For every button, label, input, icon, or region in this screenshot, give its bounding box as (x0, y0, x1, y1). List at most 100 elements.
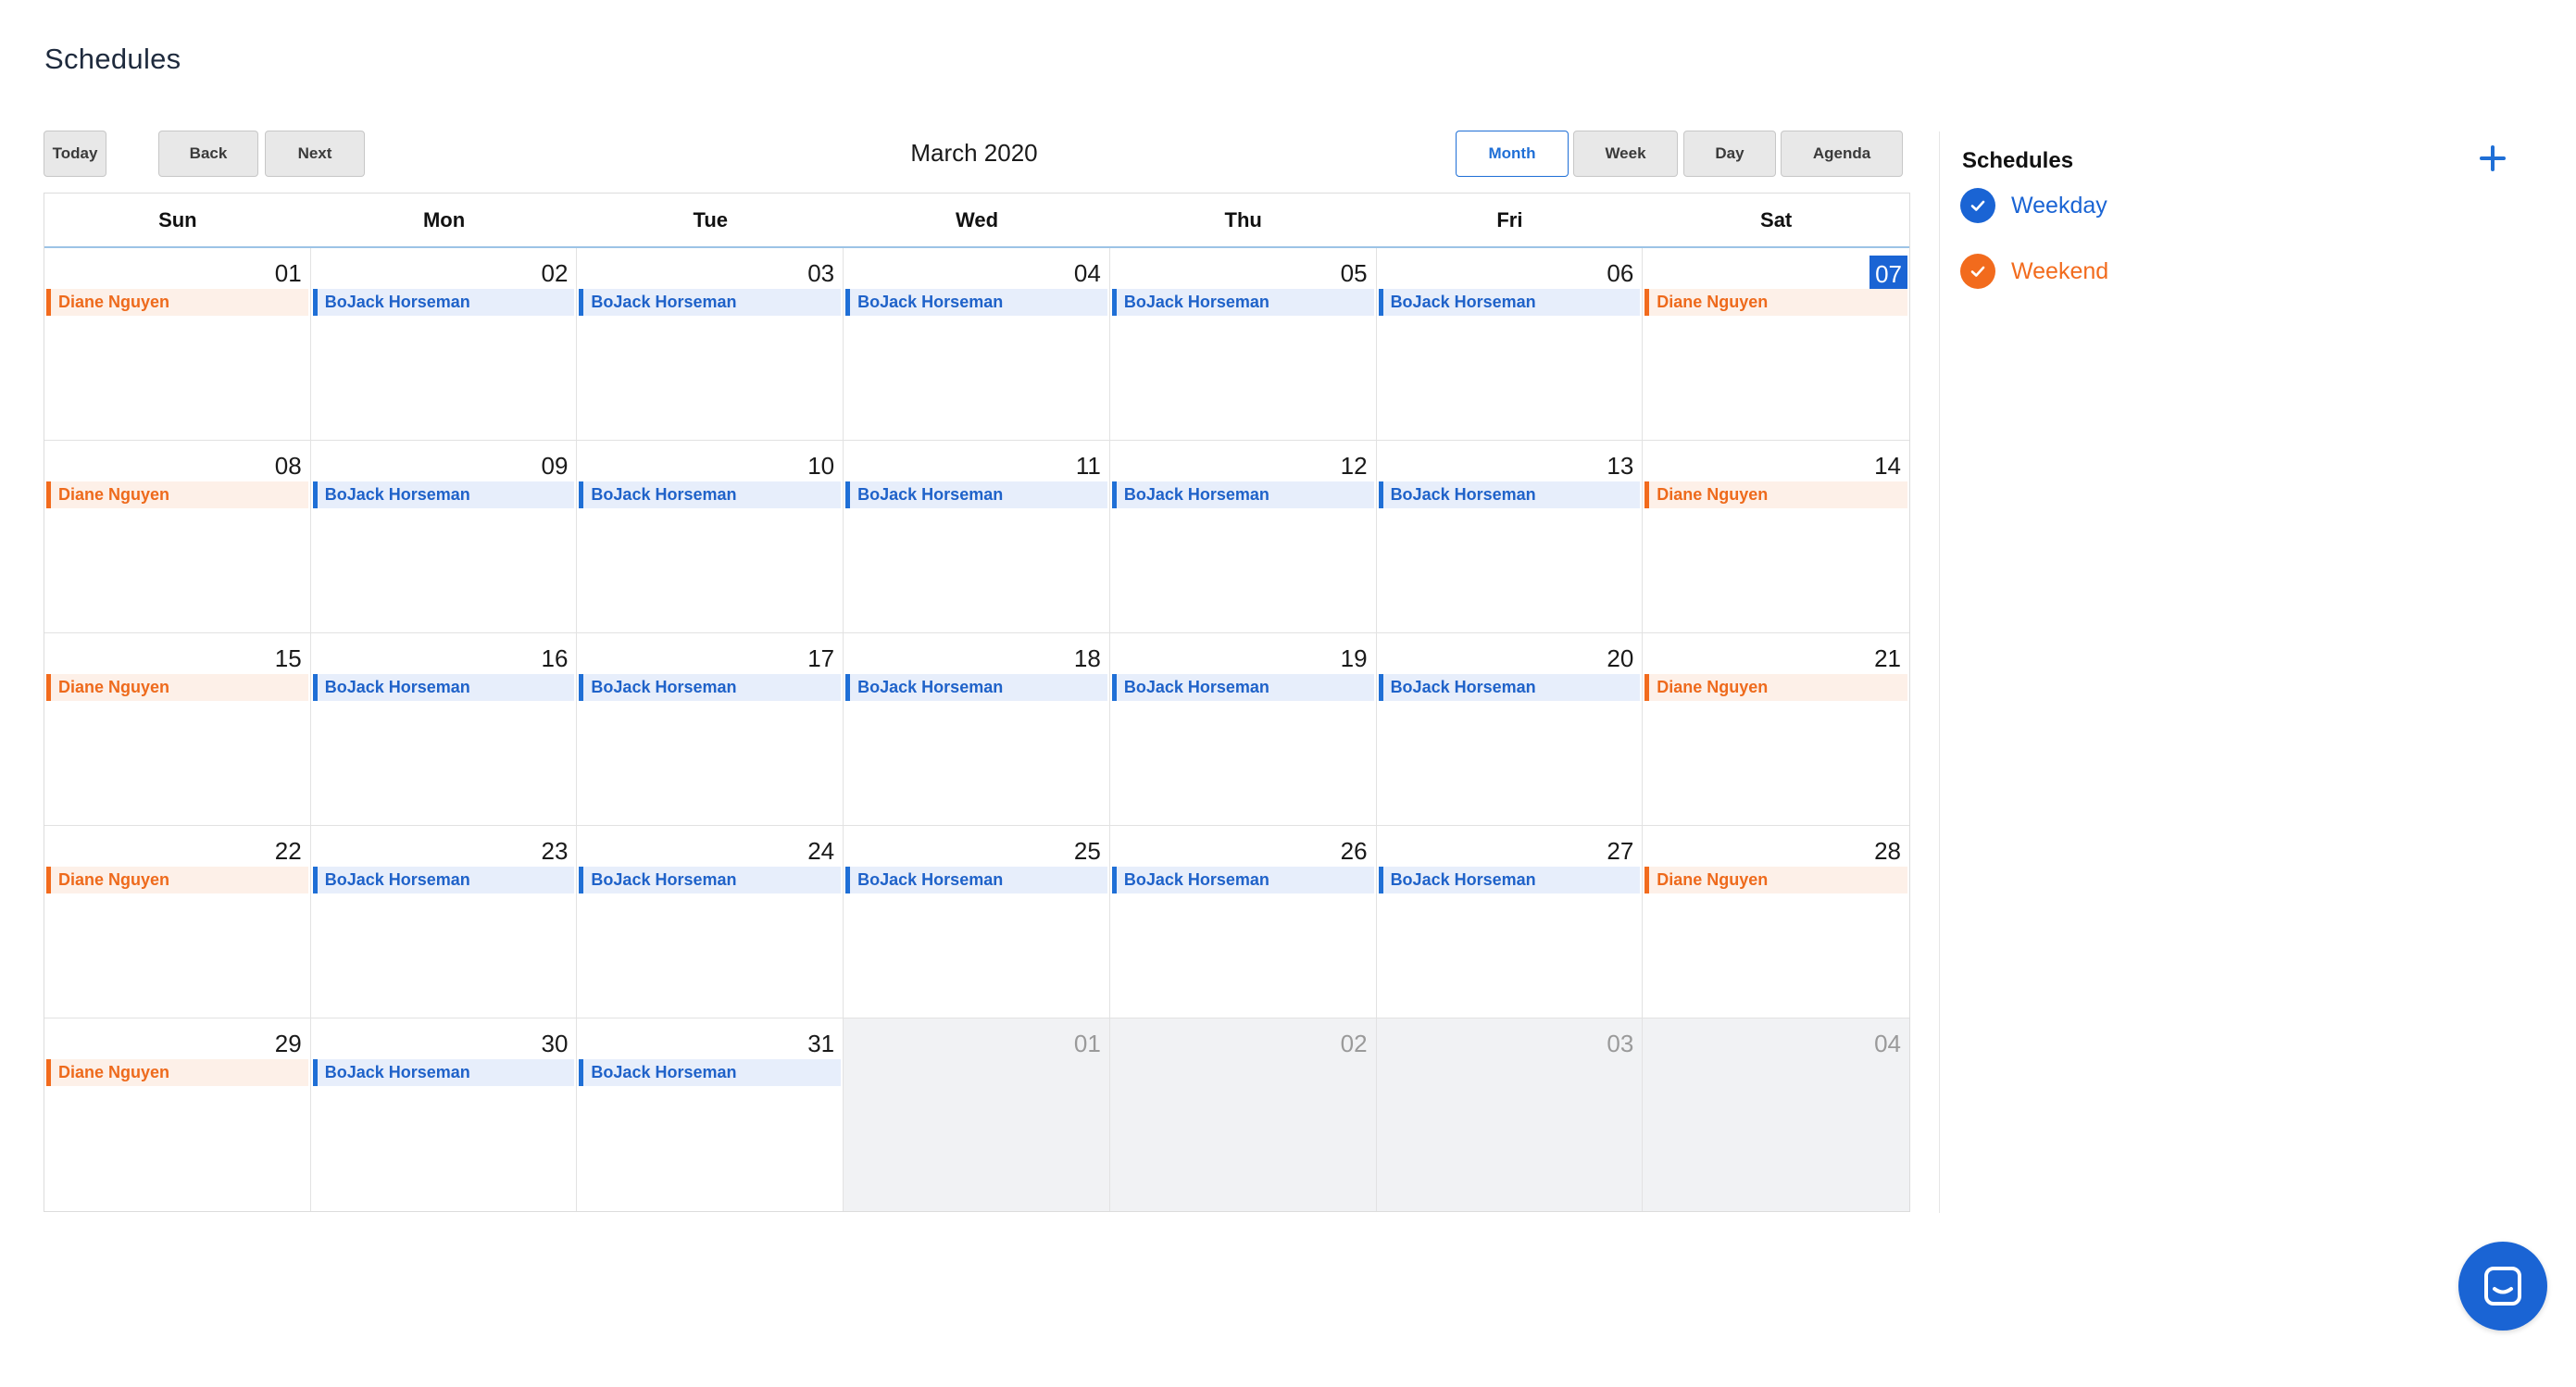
day-cell-outside-month[interactable]: 01 (844, 1018, 1110, 1211)
weekday-event[interactable]: BoJack Horseman (1378, 481, 1641, 508)
weekend-event[interactable]: Diane Nguyen (1644, 289, 1907, 316)
weekday-event[interactable]: BoJack Horseman (1378, 289, 1641, 316)
date-number[interactable]: 15 (273, 644, 304, 672)
day-cell-outside-month[interactable]: 04 (1643, 1018, 1909, 1211)
day-cell-outside-month[interactable]: 02 (1109, 1018, 1377, 1211)
date-number[interactable]: 04 (1072, 259, 1103, 287)
day-cell[interactable]: 31 BoJack Horseman (577, 1018, 844, 1211)
day-cell[interactable]: 17 BoJack Horseman (577, 633, 844, 826)
weekend-event[interactable]: Diane Nguyen (46, 867, 308, 893)
date-number[interactable]: 12 (1339, 452, 1369, 480)
weekday-event[interactable]: BoJack Horseman (579, 1059, 842, 1086)
day-cell[interactable]: 27 BoJack Horseman (1376, 826, 1644, 1018)
date-number[interactable]: 19 (1339, 644, 1369, 672)
date-number[interactable]: 05 (1339, 259, 1369, 287)
chat-launcher-button[interactable] (2458, 1242, 2547, 1331)
day-cell[interactable]: 07 Diane Nguyen (1643, 248, 1909, 441)
date-number[interactable]: 23 (540, 837, 570, 865)
weekday-event[interactable]: BoJack Horseman (1378, 674, 1641, 701)
day-cell[interactable]: 03 BoJack Horseman (577, 248, 844, 441)
date-number[interactable]: 02 (1339, 1030, 1369, 1057)
weekday-event[interactable]: BoJack Horseman (1111, 867, 1374, 893)
week-view-button[interactable]: Week (1573, 131, 1678, 177)
date-number[interactable]: 13 (1605, 452, 1635, 480)
day-view-button[interactable]: Day (1683, 131, 1776, 177)
plus-icon[interactable] (2477, 143, 2508, 174)
date-number[interactable]: 01 (273, 259, 304, 287)
month-view-button[interactable]: Month (1456, 131, 1569, 177)
weekend-event[interactable]: Diane Nguyen (46, 289, 308, 316)
agenda-view-button[interactable]: Agenda (1781, 131, 1903, 177)
day-cell[interactable]: 02 BoJack Horseman (310, 248, 578, 441)
day-cell[interactable]: 20 BoJack Horseman (1376, 633, 1644, 826)
day-cell[interactable]: 25 BoJack Horseman (844, 826, 1110, 1018)
weekday-event[interactable]: BoJack Horseman (845, 867, 1107, 893)
day-cell[interactable]: 09 BoJack Horseman (310, 441, 578, 633)
check-icon[interactable] (1960, 254, 1995, 289)
date-number[interactable]: 30 (540, 1030, 570, 1057)
schedule-toggle-weekend[interactable]: Weekend (1960, 253, 2108, 290)
date-number[interactable]: 31 (806, 1030, 836, 1057)
weekday-event[interactable]: BoJack Horseman (579, 289, 842, 316)
date-number[interactable]: 11 (1074, 452, 1103, 480)
day-cell[interactable]: 04 BoJack Horseman (844, 248, 1110, 441)
schedule-toggle-weekday[interactable]: Weekday (1960, 187, 2107, 224)
date-number[interactable]: 03 (806, 259, 836, 287)
date-number[interactable]: 01 (1072, 1030, 1103, 1057)
date-number[interactable]: 27 (1605, 837, 1635, 865)
day-cell[interactable]: 05 BoJack Horseman (1109, 248, 1377, 441)
date-number[interactable]: 06 (1605, 259, 1635, 287)
weekday-event[interactable]: BoJack Horseman (1111, 674, 1374, 701)
weekday-event[interactable]: BoJack Horseman (579, 674, 842, 701)
date-number[interactable]: 02 (540, 259, 570, 287)
weekend-event[interactable]: Diane Nguyen (46, 674, 308, 701)
day-cell[interactable]: 08 Diane Nguyen (44, 441, 311, 633)
day-cell[interactable]: 16 BoJack Horseman (310, 633, 578, 826)
next-button[interactable]: Next (265, 131, 365, 177)
weekend-event[interactable]: Diane Nguyen (46, 1059, 308, 1086)
date-number[interactable]: 22 (273, 837, 304, 865)
date-number[interactable]: 08 (273, 452, 304, 480)
date-number[interactable]: 16 (540, 644, 570, 672)
date-number[interactable]: 29 (273, 1030, 304, 1057)
weekday-event[interactable]: BoJack Horseman (312, 867, 575, 893)
weekday-event[interactable]: BoJack Horseman (312, 481, 575, 508)
weekday-event[interactable]: BoJack Horseman (1111, 481, 1374, 508)
day-cell[interactable]: 11 BoJack Horseman (844, 441, 1110, 633)
day-cell-outside-month[interactable]: 03 (1376, 1018, 1644, 1211)
day-cell[interactable]: 19 BoJack Horseman (1109, 633, 1377, 826)
date-number[interactable]: 10 (806, 452, 836, 480)
weekday-event[interactable]: BoJack Horseman (845, 674, 1107, 701)
day-cell[interactable]: 01 Diane Nguyen (44, 248, 311, 441)
weekday-event[interactable]: BoJack Horseman (1111, 289, 1374, 316)
date-number[interactable]: 03 (1605, 1030, 1635, 1057)
day-cell[interactable]: 10 BoJack Horseman (577, 441, 844, 633)
day-cell[interactable]: 30 BoJack Horseman (310, 1018, 578, 1211)
today-button[interactable]: Today (44, 131, 106, 177)
back-button[interactable]: Back (158, 131, 258, 177)
weekday-event[interactable]: BoJack Horseman (1378, 867, 1641, 893)
date-number[interactable]: 14 (1872, 452, 1903, 480)
weekday-event[interactable]: BoJack Horseman (579, 481, 842, 508)
date-number[interactable]: 18 (1072, 644, 1103, 672)
date-number[interactable]: 04 (1872, 1030, 1903, 1057)
date-number[interactable]: 20 (1605, 644, 1635, 672)
date-number[interactable]: 09 (540, 452, 570, 480)
date-number[interactable]: 26 (1339, 837, 1369, 865)
date-number[interactable]: 28 (1872, 837, 1903, 865)
weekday-event[interactable]: BoJack Horseman (312, 1059, 575, 1086)
date-number[interactable]: 24 (806, 837, 836, 865)
day-cell[interactable]: 12 BoJack Horseman (1109, 441, 1377, 633)
day-cell[interactable]: 22 Diane Nguyen (44, 826, 311, 1018)
weekday-event[interactable]: BoJack Horseman (845, 481, 1107, 508)
date-number[interactable]: 21 (1872, 644, 1903, 672)
day-cell[interactable]: 26 BoJack Horseman (1109, 826, 1377, 1018)
day-cell[interactable]: 06 BoJack Horseman (1376, 248, 1644, 441)
weekday-event[interactable]: BoJack Horseman (312, 289, 575, 316)
day-cell[interactable]: 24 BoJack Horseman (577, 826, 844, 1018)
weekend-event[interactable]: Diane Nguyen (1644, 867, 1907, 893)
day-cell[interactable]: 14 Diane Nguyen (1643, 441, 1909, 633)
weekend-event[interactable]: Diane Nguyen (1644, 674, 1907, 701)
weekday-event[interactable]: BoJack Horseman (312, 674, 575, 701)
date-number[interactable]: 25 (1072, 837, 1103, 865)
